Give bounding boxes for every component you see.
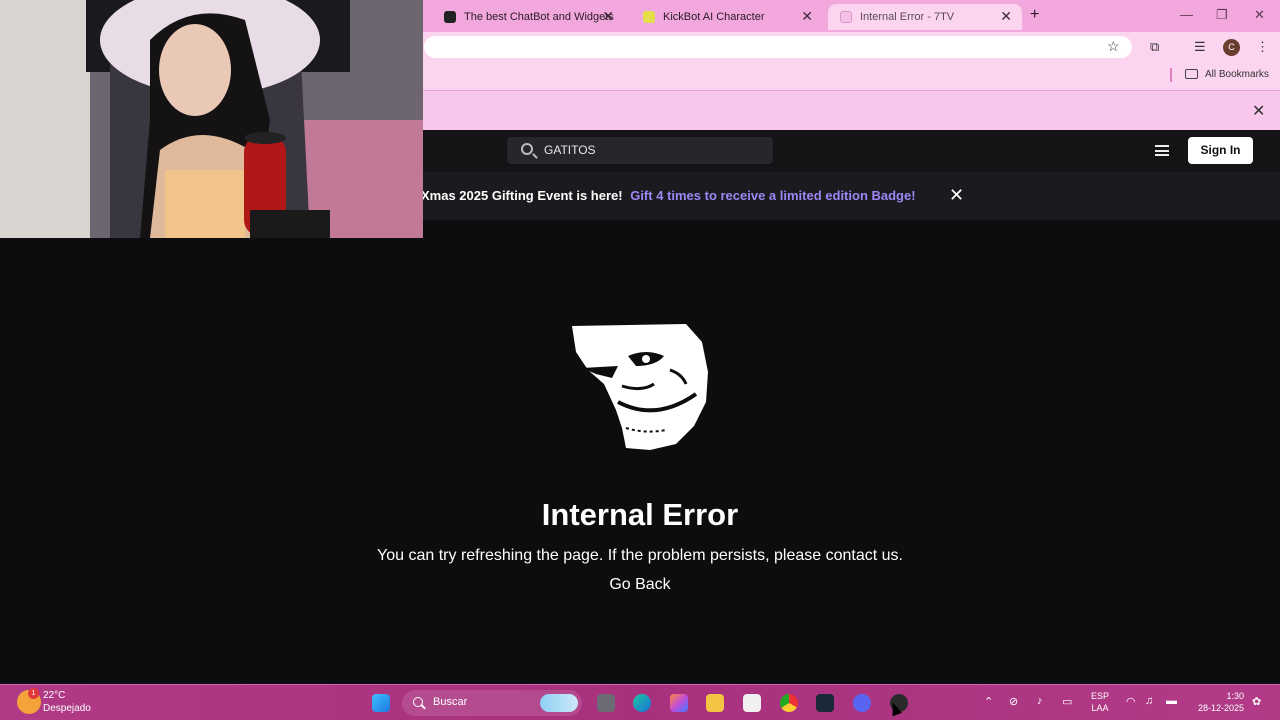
search-icon	[521, 143, 533, 155]
minimize-icon[interactable]: —	[1180, 7, 1193, 22]
volume-icon[interactable]: ♫	[1145, 695, 1153, 707]
tab-7tv-active[interactable]: Internal Error - 7TV ✕	[828, 4, 1022, 30]
media-controls-icon[interactable]: ☰	[1194, 39, 1206, 55]
bookmark-star-icon[interactable]: ☆	[1107, 38, 1120, 55]
weather-temp: 22°C	[43, 690, 66, 701]
store-icon[interactable]	[743, 694, 761, 712]
tab-title: The best ChatBot and Widgets	[464, 11, 614, 23]
event-link[interactable]: Gift 4 times to receive a limited editio…	[630, 188, 915, 203]
edge-icon[interactable]	[633, 694, 651, 712]
tab-close-icon[interactable]: ✕	[602, 9, 614, 23]
copilot-icon[interactable]	[670, 694, 688, 712]
microphone-icon[interactable]: ♪	[1037, 695, 1043, 707]
sign-in-button[interactable]: Sign In	[1188, 137, 1253, 164]
search-highlight-icon	[540, 694, 578, 712]
event-headline: Xmas 2025 Gifting Event is here!	[421, 188, 623, 203]
7tv-icon	[840, 11, 852, 23]
error-title: Internal Error	[541, 497, 739, 532]
tab-close-icon[interactable]: ✕	[1000, 9, 1012, 23]
taskbar-search-label: Buscar	[433, 696, 468, 708]
tray-overflow-icon[interactable]: ⌃	[984, 695, 993, 708]
tab-title: KickBot AI Character	[663, 11, 765, 23]
wifi-icon[interactable]: ◠	[1126, 695, 1136, 708]
event-close-icon[interactable]: ✕	[949, 185, 964, 206]
display-icon[interactable]: ▭	[1062, 695, 1072, 708]
window-close-icon[interactable]: ✕	[1254, 7, 1265, 23]
restore-icon[interactable]: ❐	[1216, 7, 1228, 23]
trollface-icon	[572, 324, 708, 450]
omnibox[interactable]	[424, 36, 1132, 58]
discord-icon[interactable]	[853, 694, 871, 712]
chrome-icon[interactable]	[780, 694, 798, 712]
tab-title: Internal Error - 7TV	[860, 11, 955, 23]
lang-layout: LAA	[1091, 703, 1109, 713]
search-input[interactable]: GATITOS	[507, 137, 773, 164]
webcam-image	[0, 0, 423, 238]
battery-icon[interactable]: ▬	[1166, 695, 1177, 707]
all-bookmarks-link[interactable]: All Bookmarks	[1205, 69, 1269, 80]
tab-chatbot[interactable]: The best ChatBot and Widgets ✕	[432, 4, 624, 30]
chatbot-icon	[444, 11, 456, 23]
weather-badge: 1	[28, 688, 39, 699]
webcam-overlay	[0, 0, 423, 238]
system-clock[interactable]: 1:30 28-12-2025	[1190, 690, 1244, 714]
tab-kickbot[interactable]: KickBot AI Character ✕	[631, 4, 823, 30]
bookmarks-separator	[1170, 68, 1172, 82]
input-language[interactable]: ESP LAA	[1091, 690, 1109, 714]
profile-avatar[interactable]: C	[1223, 39, 1240, 56]
event-text: Xmas 2025 Gifting Event is here! Gift 4 …	[421, 188, 916, 203]
weather-desc: Despejado	[43, 703, 91, 714]
search-value: GATITOS	[544, 143, 596, 157]
clock-date: 28-12-2025	[1197, 703, 1244, 713]
search-icon	[413, 697, 423, 707]
new-tab-button[interactable]: +	[1030, 6, 1039, 24]
error-message: You can try refreshing the page. If the …	[377, 547, 903, 564]
file-explorer-icon[interactable]	[706, 694, 724, 712]
taskbar-search[interactable]: Buscar	[402, 690, 582, 716]
windows-taskbar: 1 22°C Despejado Buscar ⌃ ⊘ ♪ ▭ ESP LAA …	[0, 684, 1280, 720]
tab-close-icon[interactable]: ✕	[801, 9, 813, 23]
camera-off-icon[interactable]: ⊘	[1009, 695, 1018, 708]
folder-icon	[1185, 69, 1198, 79]
infobar-close-icon[interactable]: ✕	[1252, 101, 1265, 121]
notifications-icon[interactable]: ✿	[1252, 695, 1261, 708]
screen: The best ChatBot and Widgets ✕ KickBot A…	[0, 0, 1280, 720]
lang-code: ESP	[1091, 691, 1110, 701]
clock-time: 1:30	[1226, 691, 1244, 701]
go-back-link[interactable]: Go Back	[595, 576, 685, 594]
steam-icon[interactable]	[816, 694, 834, 712]
windows-start-icon[interactable]	[372, 694, 390, 712]
hamburger-menu-icon[interactable]	[1155, 145, 1169, 156]
kickbot-icon	[643, 11, 655, 23]
task-view-icon[interactable]	[597, 694, 615, 712]
more-menu-icon[interactable]: ⋮	[1256, 39, 1269, 55]
extensions-icon[interactable]: ⧉	[1150, 39, 1159, 55]
